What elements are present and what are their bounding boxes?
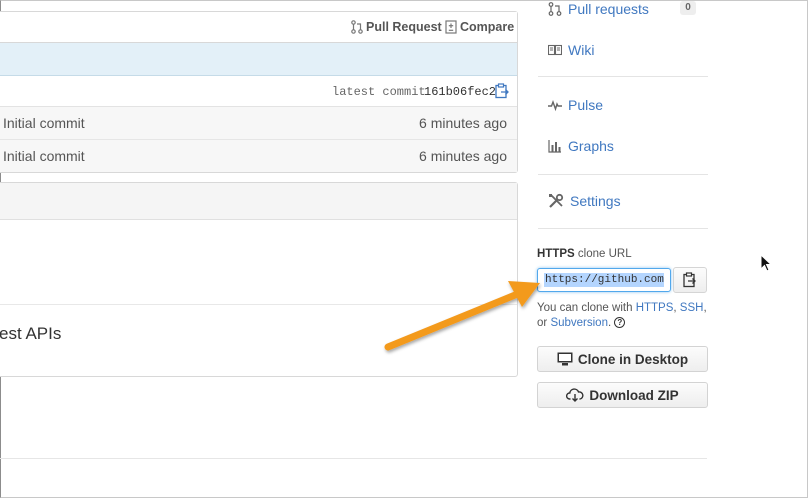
commit-sha[interactable]: 161b06fec2 bbox=[424, 85, 496, 99]
commit-message-bar bbox=[0, 43, 517, 76]
compare-link[interactable]: Compare bbox=[445, 20, 514, 34]
sidebar-divider bbox=[538, 76, 708, 77]
commit-message[interactable]: Initial commit bbox=[3, 115, 85, 131]
compare-label: Compare bbox=[460, 20, 515, 34]
latest-commit-label: latest commit bbox=[332, 85, 426, 99]
compare-icon bbox=[445, 20, 457, 34]
sidebar-item-graphs[interactable]: Graphs bbox=[548, 138, 614, 154]
sidebar-item-label: Settings bbox=[570, 193, 621, 209]
clipboard-icon bbox=[683, 272, 696, 288]
pulse-icon bbox=[548, 99, 562, 112]
clone-url-input[interactable]: https://github.com/ bbox=[537, 268, 671, 292]
mouse-cursor-icon bbox=[760, 254, 772, 272]
sidebar-item-label: Pulse bbox=[568, 97, 604, 113]
commit-age: 6 minutes ago bbox=[419, 148, 507, 164]
book-icon bbox=[548, 44, 562, 56]
annotation-arrow-icon bbox=[384, 281, 540, 351]
download-zip-label: Download ZIP bbox=[589, 387, 679, 403]
readme-header bbox=[0, 183, 517, 220]
cloud-download-icon bbox=[566, 388, 584, 402]
file-toolbar: Pull Request Compare bbox=[0, 12, 517, 43]
file-row[interactable]: Initial commit 6 minutes ago bbox=[0, 107, 517, 140]
download-zip-button[interactable]: Download ZIP bbox=[537, 382, 708, 408]
sidebar-item-label: Graphs bbox=[568, 138, 614, 154]
help-icon[interactable]: ? bbox=[614, 317, 626, 329]
pull-request-label: Pull Request bbox=[366, 20, 442, 34]
clone-url-label: HTTPS clone URL bbox=[537, 248, 632, 260]
tools-icon bbox=[549, 193, 564, 208]
pull-request-link[interactable]: Pull Request bbox=[351, 20, 442, 34]
file-browser: Pull Request Compare latest commit 161b0… bbox=[0, 11, 518, 173]
sidebar-item-wiki[interactable]: Wiki bbox=[548, 42, 594, 58]
pull-requests-count: 0 bbox=[680, 1, 696, 15]
readme-text: est APIs bbox=[0, 324, 62, 343]
sidebar-divider bbox=[538, 174, 708, 175]
sidebar-item-pull-requests[interactable]: Pull requests bbox=[548, 1, 649, 17]
clone-ssh-link[interactable]: SSH bbox=[680, 302, 704, 314]
sidebar-item-label: Pull requests bbox=[568, 1, 649, 17]
pull-request-icon bbox=[548, 2, 562, 16]
commit-message[interactable]: Initial commit bbox=[3, 148, 85, 164]
copy-url-button[interactable] bbox=[673, 267, 707, 293]
clone-help-prefix: You can clone with bbox=[537, 302, 633, 314]
clone-desktop-label: Clone in Desktop bbox=[577, 351, 689, 367]
clone-https-link[interactable]: HTTPS bbox=[636, 302, 674, 314]
footer-divider bbox=[0, 458, 707, 459]
desktop-icon bbox=[557, 352, 573, 366]
sidebar-divider bbox=[538, 228, 708, 229]
clone-help-text: You can clone with HTTPS, SSH, or Subver… bbox=[537, 302, 707, 329]
clone-in-desktop-button[interactable]: Clone in Desktop bbox=[537, 346, 708, 372]
latest-commit-bar: latest commit 161b06fec2 bbox=[0, 76, 517, 107]
sidebar-item-label: Wiki bbox=[568, 42, 595, 58]
sidebar-item-pulse[interactable]: Pulse bbox=[548, 97, 603, 113]
graph-icon bbox=[548, 140, 561, 153]
clipboard-icon[interactable] bbox=[495, 83, 509, 99]
sidebar-item-settings[interactable]: Settings bbox=[548, 193, 621, 209]
clone-subversion-link[interactable]: Subversion bbox=[550, 317, 608, 329]
pull-request-icon bbox=[351, 20, 363, 34]
clone-label-suffix: clone URL bbox=[577, 248, 632, 260]
clone-url-value: https://github.com/ bbox=[544, 273, 664, 287]
commit-age: 6 minutes ago bbox=[419, 115, 507, 131]
file-row[interactable]: Initial commit 6 minutes ago bbox=[0, 140, 517, 172]
clone-protocol: HTTPS bbox=[537, 248, 575, 260]
